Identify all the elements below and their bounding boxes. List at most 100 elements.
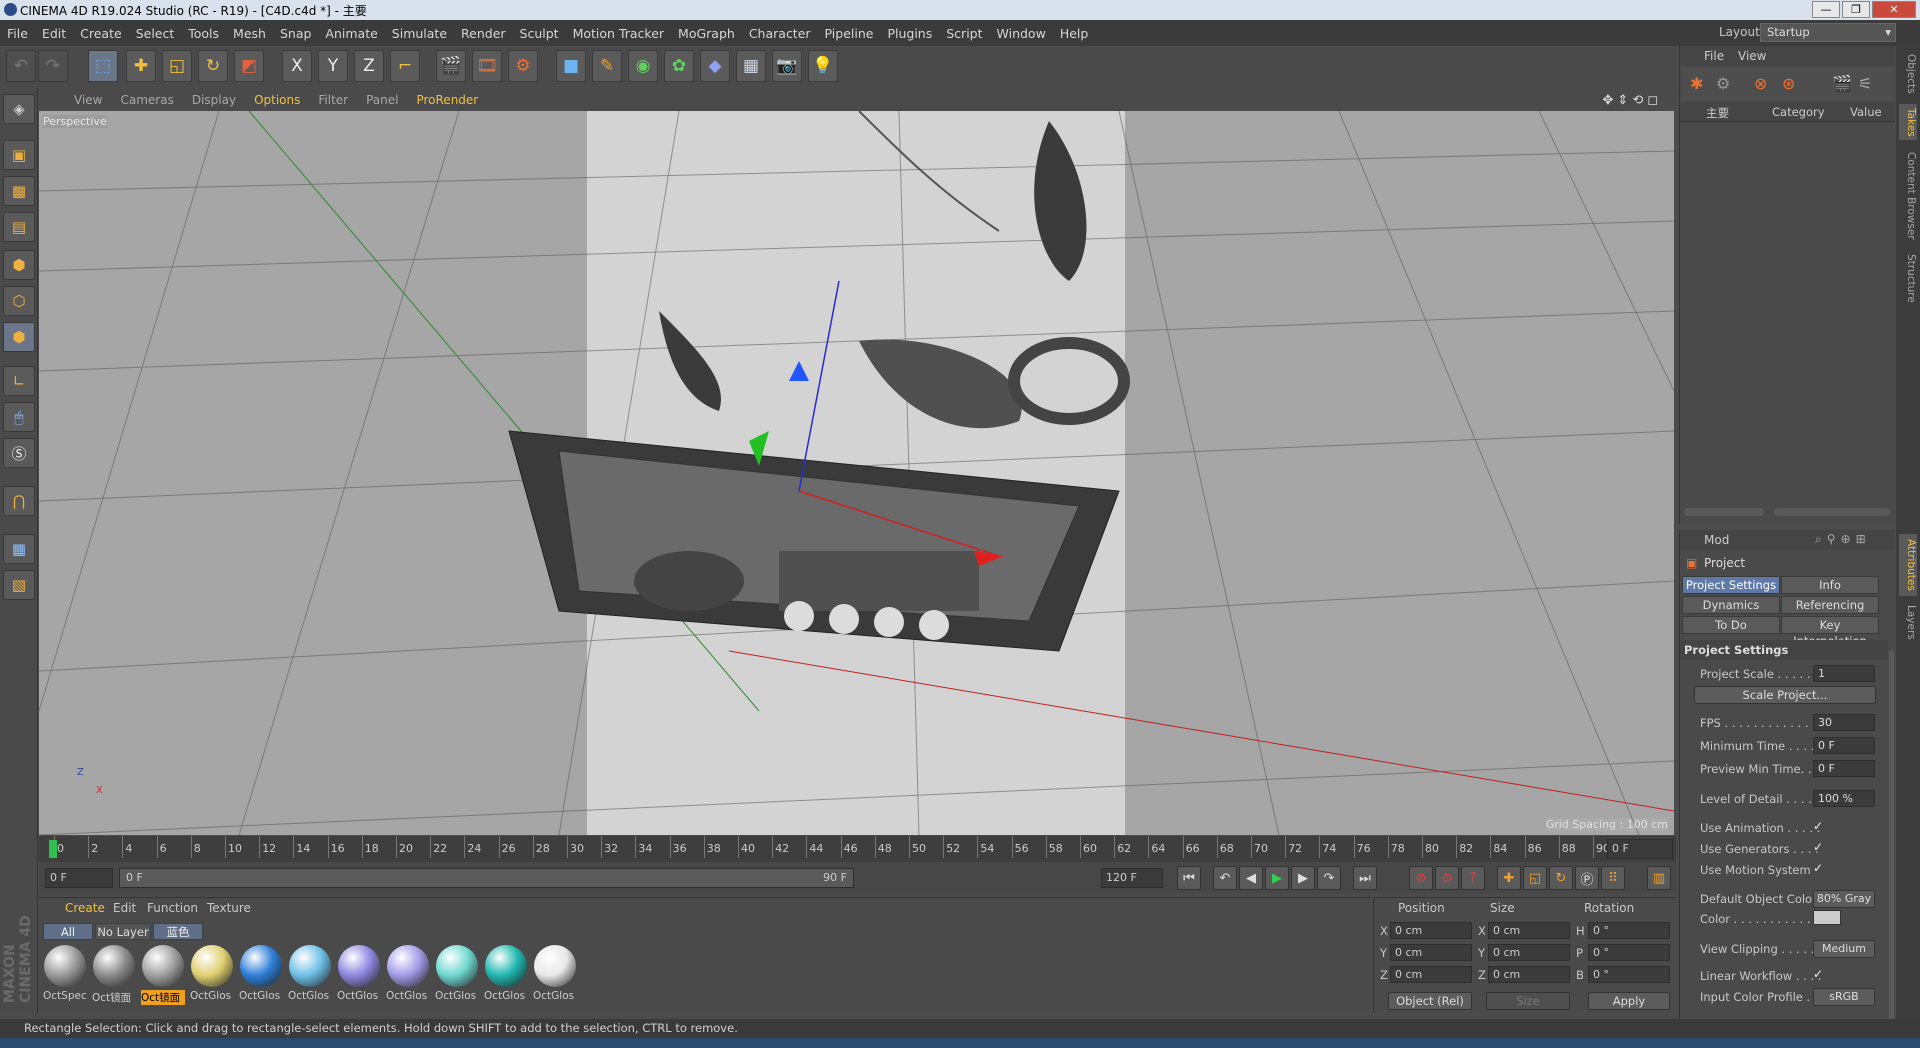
om-menu-view[interactable]: View xyxy=(1738,49,1766,63)
start-frame-field[interactable]: 0 F xyxy=(45,868,113,888)
close-button[interactable]: ✕ xyxy=(1872,1,1916,18)
menu-sculpt[interactable]: Sculpt xyxy=(513,26,566,41)
perspective-viewport[interactable]: Perspective Z X Grid Spacing : 100 cm xyxy=(39,111,1674,835)
cloner-icon[interactable]: ✿ xyxy=(664,50,694,82)
go-to-start-icon[interactable]: ⏮ xyxy=(1177,866,1201,890)
vp-menu-display[interactable]: Display xyxy=(183,93,245,107)
camera-icon[interactable]: 📷 xyxy=(772,50,802,82)
menu-plugins[interactable]: Plugins xyxy=(880,26,939,41)
cube-icon[interactable]: ■ xyxy=(556,50,586,82)
layout-select[interactable]: Startup ▾ xyxy=(1760,23,1896,42)
next-key-icon[interactable]: ↷ xyxy=(1317,866,1341,890)
minimize-button[interactable]: — xyxy=(1812,1,1840,18)
tab-referencing[interactable]: Referencing xyxy=(1781,596,1879,614)
timeline-ruler[interactable]: 0 2 4 6 8 10 12 14 16 18 20 22 24 26 28 30 32 34 36 38 40 42 4… xyxy=(39,836,1676,862)
color-swatch[interactable] xyxy=(1813,910,1841,925)
pen-spline-icon[interactable]: ✎ xyxy=(592,50,622,82)
viewport-navigation-icons[interactable]: ✥⇕⟲◻ xyxy=(1603,93,1662,108)
position-key-icon[interactable]: ✚ xyxy=(1497,866,1521,890)
menu-help[interactable]: Help xyxy=(1053,26,1096,41)
rotation-key-icon[interactable]: ↻ xyxy=(1549,866,1573,890)
tab-dynamics[interactable]: Dynamics xyxy=(1682,596,1780,614)
z-axis-lock-icon[interactable]: Z xyxy=(354,50,384,82)
go-to-end-icon[interactable]: ⏭ xyxy=(1353,866,1377,890)
texture-mode-icon[interactable]: ▩ xyxy=(3,176,35,206)
auto-take-icon[interactable]: ⊗ xyxy=(1754,74,1767,93)
maximize-button[interactable]: ❐ xyxy=(1842,1,1870,18)
render-picture-viewer-icon[interactable]: 🎞 xyxy=(472,50,502,82)
override-icon[interactable]: ⚙ xyxy=(1716,74,1730,93)
material-swatch[interactable]: Oct镜面 xyxy=(141,945,185,1007)
vp-menu-panel[interactable]: Panel xyxy=(357,93,407,107)
material-swatch[interactable]: OctGlos xyxy=(435,945,479,1007)
menu-mograph[interactable]: MoGraph xyxy=(671,26,742,41)
menu-edit[interactable]: Edit xyxy=(35,26,73,41)
attr-v-scrollbar[interactable] xyxy=(1889,650,1894,1020)
vp-menu-options[interactable]: Options xyxy=(245,93,309,107)
menu-create[interactable]: Create xyxy=(73,26,129,41)
minimum-time-field[interactable]: 0 F xyxy=(1813,737,1875,754)
menu-character[interactable]: Character xyxy=(742,26,818,41)
mat-menu-edit[interactable]: Edit xyxy=(113,901,136,915)
polygons-mode-icon[interactable]: ⬢ xyxy=(3,322,35,352)
attr-menu-mode[interactable]: Mod xyxy=(1704,533,1729,547)
pla-key-icon[interactable]: ⠿ xyxy=(1601,866,1625,890)
vp-menu-prorender[interactable]: ProRender xyxy=(407,93,487,107)
tab-attributes[interactable]: Attributes xyxy=(1899,534,1917,596)
menu-motion-tracker[interactable]: Motion Tracker xyxy=(566,26,671,41)
default-object-color-select[interactable]: 80% Gray xyxy=(1813,890,1875,908)
size-y-field[interactable]: 0 cm xyxy=(1488,944,1570,961)
tab-key-interpolation[interactable]: Key Interpolation xyxy=(1781,616,1879,648)
rotate-icon[interactable]: ↻ xyxy=(198,50,228,82)
axis-mode-icon[interactable]: ∟ xyxy=(3,366,35,396)
tab-to-do[interactable]: To Do xyxy=(1682,616,1780,634)
om-h-scrollbar-right[interactable] xyxy=(1774,508,1890,516)
linear-workflow-checkbox[interactable]: ✓ xyxy=(1813,967,1827,981)
material-swatch[interactable]: OctGlos xyxy=(386,945,430,1007)
quantize-icon[interactable]: ▧ xyxy=(3,570,35,600)
menu-select[interactable]: Select xyxy=(129,26,182,41)
previous-frame-icon[interactable]: ◀ xyxy=(1239,866,1263,890)
preview-min-time-field[interactable]: 0 F xyxy=(1813,760,1875,777)
input-color-profile-select[interactable]: sRGB xyxy=(1813,988,1875,1006)
playhead[interactable] xyxy=(49,840,57,858)
coordinate-system-icon[interactable]: ⌐ xyxy=(390,50,420,82)
deformer-icon[interactable]: ◆ xyxy=(700,50,730,82)
filter-no-layer[interactable]: No Layer xyxy=(95,923,151,940)
menu-animate[interactable]: Animate xyxy=(318,26,384,41)
fps-field[interactable]: 30 xyxy=(1813,714,1875,731)
edges-mode-icon[interactable]: ⬡ xyxy=(3,286,35,316)
use-motion-system-checkbox[interactable]: ✓ xyxy=(1813,861,1827,875)
live-selection-icon[interactable]: ⬚ xyxy=(88,50,118,82)
redo-icon[interactable]: ↷ xyxy=(38,50,68,82)
material-swatch[interactable]: Oct镜面 xyxy=(92,945,136,1007)
menu-pipeline[interactable]: Pipeline xyxy=(818,26,881,41)
material-swatch[interactable]: OctGlos xyxy=(239,945,283,1007)
takes-icon[interactable]: ✱ xyxy=(1690,74,1703,93)
mat-menu-texture[interactable]: Texture xyxy=(207,901,251,915)
make-editable-icon[interactable]: ◈ xyxy=(3,94,35,124)
tab-objects[interactable]: Objects xyxy=(1899,52,1917,96)
tab-takes[interactable]: Takes xyxy=(1899,104,1917,140)
menu-script[interactable]: Script xyxy=(939,26,989,41)
menu-file[interactable]: File xyxy=(0,26,35,41)
attr-nav-icons[interactable]: ⌕⚲⊕⊞ xyxy=(1815,532,1871,547)
rotation-b-field[interactable]: 0 ° xyxy=(1588,966,1670,983)
solo-icon[interactable]: Ⓢ xyxy=(3,438,35,468)
menu-simulate[interactable]: Simulate xyxy=(385,26,454,41)
material-swatch[interactable]: OctGlos xyxy=(190,945,234,1007)
menu-render[interactable]: Render xyxy=(454,26,513,41)
tab-info[interactable]: Info xyxy=(1781,576,1879,594)
filter-all[interactable]: All xyxy=(43,923,93,940)
render-take-icon[interactable]: 🎬 xyxy=(1832,74,1852,93)
scale-icon[interactable]: ◱ xyxy=(162,50,192,82)
param-key-icon[interactable]: Ⓟ xyxy=(1575,866,1599,890)
om-h-scrollbar-left[interactable] xyxy=(1684,508,1764,516)
move-icon[interactable]: ✚ xyxy=(126,50,156,82)
workplane-icon[interactable]: ▤ xyxy=(3,212,35,242)
floor-icon[interactable]: ▦ xyxy=(736,50,766,82)
size-z-field[interactable]: 0 cm xyxy=(1488,966,1570,983)
position-x-field[interactable]: 0 cm xyxy=(1390,922,1472,939)
material-swatch[interactable]: OctGlos xyxy=(533,945,577,1007)
autokey-icon[interactable]: ⊙ xyxy=(1435,866,1459,890)
